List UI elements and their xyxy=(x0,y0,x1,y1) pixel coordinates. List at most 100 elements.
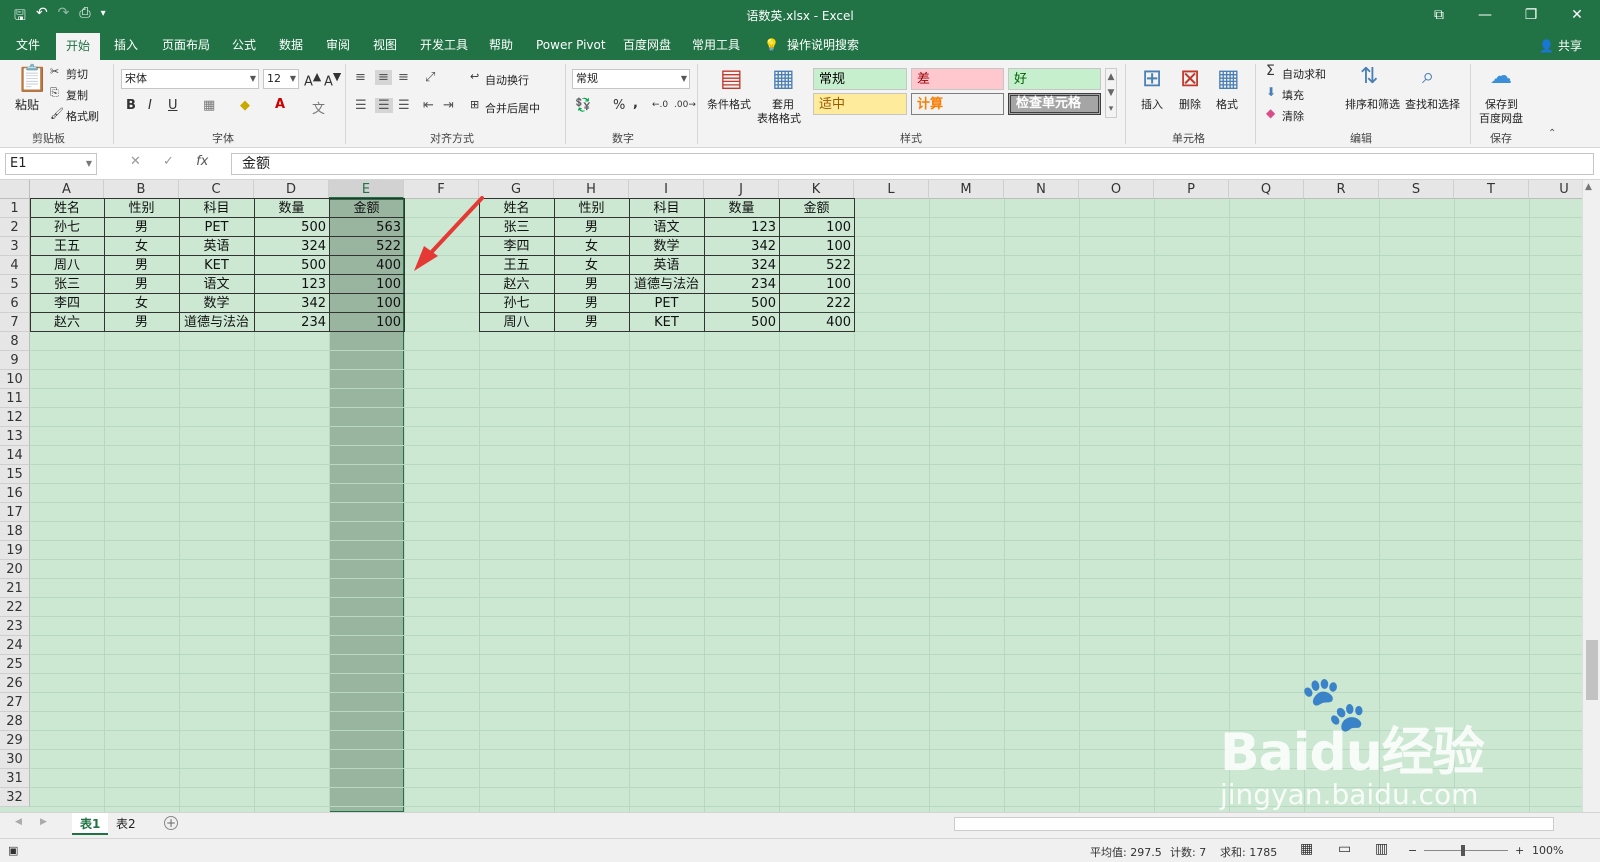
column-header-g[interactable]: G xyxy=(479,180,554,199)
font-color-icon[interactable]: A xyxy=(275,97,285,112)
align-left-icon[interactable]: ☰ xyxy=(355,98,367,113)
column-header-n[interactable]: N xyxy=(1004,180,1079,199)
table-cell[interactable]: 男 xyxy=(554,275,629,294)
header-cell[interactable]: 性别 xyxy=(104,199,179,218)
table-cell[interactable]: 男 xyxy=(554,294,629,313)
conditional-format-button[interactable]: 条件格式 xyxy=(707,96,751,112)
paste-button[interactable]: 粘贴 xyxy=(15,96,39,113)
header-cell[interactable]: 科目 xyxy=(629,199,704,218)
autosum-button[interactable]: 自动求和 xyxy=(1282,66,1326,82)
align-top-icon[interactable]: ≡ xyxy=(355,70,366,85)
table-cell[interactable]: 男 xyxy=(104,275,179,294)
wrap-text-button[interactable]: 自动换行 xyxy=(485,72,529,88)
merge-center-button[interactable]: 合并后居中 xyxy=(485,100,540,116)
row-header[interactable]: 10 xyxy=(0,370,30,389)
table-cell[interactable]: 100 xyxy=(779,275,854,294)
font-name-select[interactable]: 宋体 ▼ xyxy=(121,69,259,89)
row-header[interactable]: 24 xyxy=(0,636,30,655)
table-cell[interactable]: 522 xyxy=(779,256,854,275)
tab-data[interactable]: 数据 xyxy=(277,30,305,60)
paste-icon[interactable]: 📋 xyxy=(16,64,48,94)
row-header[interactable]: 8 xyxy=(0,332,30,351)
header-cell[interactable]: 金额 xyxy=(779,199,854,218)
table-cell[interactable]: PET xyxy=(629,294,704,313)
table-cell[interactable]: 道德与法治 xyxy=(629,275,704,294)
row-header[interactable]: 29 xyxy=(0,731,30,750)
table-cell[interactable]: 语文 xyxy=(629,218,704,237)
table-cell[interactable]: 222 xyxy=(779,294,854,313)
row-header[interactable]: 15 xyxy=(0,465,30,484)
table-cell[interactable]: 赵六 xyxy=(30,313,104,332)
sheet-tab-1[interactable]: 表1 xyxy=(72,813,109,835)
page-break-view-icon[interactable]: ▥ xyxy=(1375,841,1388,857)
table-cell[interactable]: 男 xyxy=(554,218,629,237)
column-header-h[interactable]: H xyxy=(554,180,629,199)
styles-scroll-icon[interactable]: ▲ ▼ ▾ xyxy=(1105,68,1117,118)
header-cell[interactable]: 数量 xyxy=(704,199,779,218)
table-cell[interactable]: 500 xyxy=(704,294,779,313)
table-cell[interactable]: 张三 xyxy=(30,275,104,294)
column-header-m[interactable]: M xyxy=(929,180,1004,199)
sheet-tab-2[interactable]: 表2 xyxy=(108,813,144,835)
bold-button[interactable]: B xyxy=(126,98,136,113)
row-header[interactable]: 6 xyxy=(0,294,30,313)
row-header[interactable]: 12 xyxy=(0,408,30,427)
table-cell[interactable]: 400 xyxy=(329,256,404,275)
row-header[interactable]: 32 xyxy=(0,788,30,807)
row-header[interactable]: 18 xyxy=(0,522,30,541)
column-header-p[interactable]: P xyxy=(1154,180,1229,199)
table-cell[interactable]: 女 xyxy=(554,256,629,275)
table-cell[interactable]: 100 xyxy=(779,237,854,256)
normal-view-icon[interactable]: ▦ xyxy=(1300,841,1313,857)
decrease-indent-icon[interactable]: ⇤ xyxy=(423,98,434,113)
table-cell[interactable]: 数学 xyxy=(629,237,704,256)
share-button[interactable]: 👤 共享 xyxy=(1539,37,1582,54)
table-cell[interactable]: 400 xyxy=(779,313,854,332)
orientation-icon[interactable]: ⤢ xyxy=(425,70,435,85)
table-cell[interactable]: 563 xyxy=(329,218,404,237)
phonetic-icon[interactable]: 文 xyxy=(312,98,325,117)
decrease-decimal-icon[interactable]: .00→ xyxy=(674,100,696,110)
table-cell[interactable]: 123 xyxy=(704,218,779,237)
table-cell[interactable]: 100 xyxy=(329,275,404,294)
minimize-icon[interactable]: — xyxy=(1462,0,1508,30)
zoom-level[interactable]: 100% xyxy=(1532,844,1563,857)
table-cell[interactable]: 324 xyxy=(254,237,329,256)
tab-home[interactable]: 开始 xyxy=(56,33,101,60)
sort-filter-button[interactable]: 排序和筛选 xyxy=(1345,96,1400,112)
tell-me-search[interactable]: 操作说明搜索 xyxy=(785,30,861,60)
zoom-in-icon[interactable]: + xyxy=(1515,844,1524,857)
table-cell[interactable]: PET xyxy=(179,218,254,237)
font-size-select[interactable]: 12 ▼ xyxy=(263,69,299,89)
table-cell[interactable]: 500 xyxy=(704,313,779,332)
table-cell[interactable]: 234 xyxy=(254,313,329,332)
table-cell[interactable]: 李四 xyxy=(30,294,104,313)
style-neutral[interactable]: 适中 xyxy=(813,93,907,115)
row-header[interactable]: 19 xyxy=(0,541,30,560)
header-cell[interactable]: 金额 xyxy=(329,199,404,218)
align-right-icon[interactable]: ☰ xyxy=(398,98,410,113)
name-box[interactable]: E1 ▼ xyxy=(5,153,97,175)
save-to-baidu-line2[interactable]: 百度网盘 xyxy=(1479,110,1523,126)
comma-button[interactable]: , xyxy=(633,96,638,111)
table-cell[interactable]: 男 xyxy=(104,218,179,237)
table-cell[interactable]: 孙七 xyxy=(30,218,104,237)
italic-button[interactable]: I xyxy=(148,98,152,113)
tab-power-pivot[interactable]: Power Pivot xyxy=(534,30,608,60)
column-header-c[interactable]: C xyxy=(179,180,254,199)
table-cell[interactable]: 周八 xyxy=(30,256,104,275)
table-cell[interactable]: 数学 xyxy=(179,294,254,313)
row-header[interactable]: 31 xyxy=(0,769,30,788)
number-format-select[interactable]: 常规 ▼ xyxy=(572,69,690,89)
prev-sheet-icon[interactable]: ◀ xyxy=(15,817,22,827)
table-cell[interactable]: 道德与法治 xyxy=(179,313,254,332)
row-header[interactable]: 11 xyxy=(0,389,30,408)
cancel-icon[interactable]: ✕ xyxy=(130,154,141,169)
table-cell[interactable]: 100 xyxy=(329,294,404,313)
tab-common-tools[interactable]: 常用工具 xyxy=(690,30,742,60)
column-header-d[interactable]: D xyxy=(254,180,329,199)
table-cell[interactable]: 342 xyxy=(704,237,779,256)
row-header[interactable]: 28 xyxy=(0,712,30,731)
ribbon-display-icon[interactable]: ⧉ xyxy=(1416,0,1462,30)
scroll-up-icon[interactable]: ▲ xyxy=(1585,182,1592,192)
